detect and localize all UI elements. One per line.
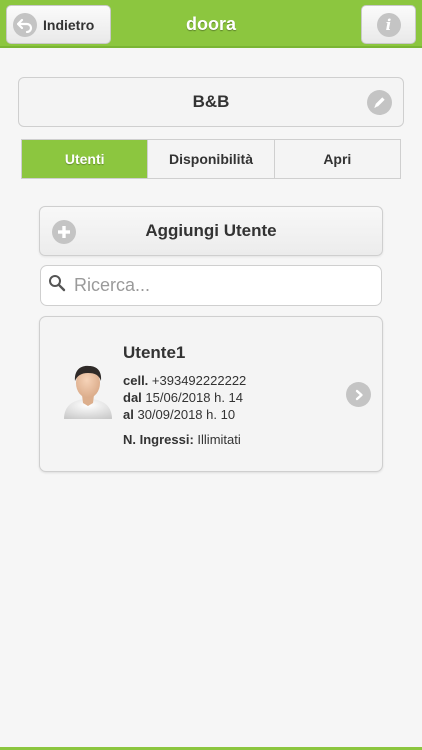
top-bar: doora Indietro i (0, 0, 422, 48)
entries-value: Illimitati (197, 432, 241, 447)
search-box[interactable] (40, 265, 382, 306)
tab-disponibilita[interactable]: Disponibilità (148, 140, 275, 178)
to-label: al (123, 407, 134, 422)
tab-utenti[interactable]: Utenti (22, 140, 149, 178)
user-to-line: al 30/09/2018 h. 10 (123, 407, 235, 422)
to-value: 30/09/2018 h. 10 (137, 407, 236, 422)
user-phone-line: cell. +393492222222 (123, 373, 246, 388)
tab-apri[interactable]: Apri (275, 140, 400, 178)
user-entries-line: N. Ingressi: Illimitati (123, 432, 241, 447)
user-avatar-icon (62, 361, 114, 419)
phone-label: cell. (123, 373, 149, 388)
property-name-bar[interactable]: B&B (18, 77, 404, 127)
plus-icon (52, 220, 76, 244)
back-arrow-icon (13, 12, 37, 37)
user-name: Utente1 (123, 343, 186, 362)
back-button-label: Indietro (43, 16, 95, 33)
user-from-line: dal 15/06/2018 h. 14 (123, 390, 243, 405)
info-button[interactable]: i (361, 5, 416, 44)
property-name: B&B (192, 92, 230, 111)
from-label: dal (123, 390, 142, 405)
add-user-button[interactable]: Aggiungi Utente (39, 206, 383, 256)
from-value: 15/06/2018 h. 14 (145, 390, 244, 405)
user-card[interactable]: Utente1 cell. +393492222222 dal 15/06/20… (39, 316, 383, 472)
info-icon: i (376, 12, 401, 37)
pencil-icon[interactable] (367, 90, 392, 115)
entries-label: N. Ingressi: (123, 432, 194, 447)
back-button[interactable]: Indietro (6, 5, 111, 44)
tab-bar: Utenti Disponibilità Apri (21, 139, 401, 179)
add-user-label: Aggiungi Utente (145, 221, 277, 240)
search-icon (48, 274, 66, 297)
search-input[interactable] (74, 275, 364, 296)
chevron-right-icon[interactable] (346, 382, 371, 407)
phone-value: +393492222222 (151, 373, 247, 388)
